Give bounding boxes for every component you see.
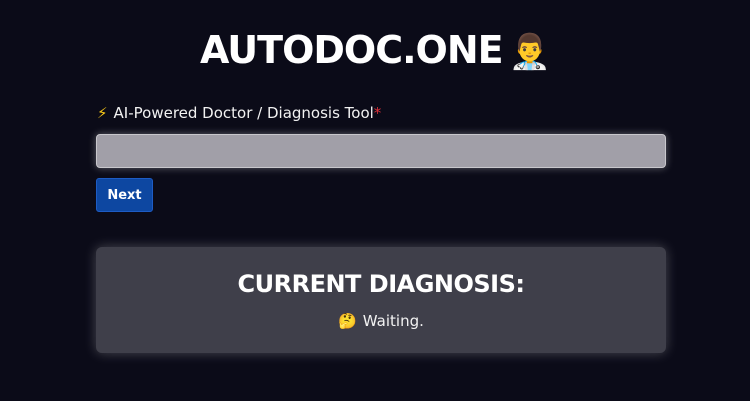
diagnosis-card: CURRENT DIAGNOSIS: 🤔 Waiting.	[96, 247, 666, 353]
lightning-icon: ⚡	[97, 104, 108, 122]
diagnosis-status: 🤔 Waiting.	[96, 311, 666, 331]
diagnosis-tool-label: ⚡ AI-Powered Doctor / Diagnosis Tool*	[97, 103, 381, 123]
next-button[interactable]: Next	[96, 178, 153, 212]
required-marker: *	[373, 104, 382, 122]
app-title: AUTODOC.ONE 👨‍⚕️	[0, 24, 750, 78]
page: AUTODOC.ONE 👨‍⚕️ ⚡ AI-Powered Doctor / Dia…	[0, 0, 750, 401]
app-title-text: AUTODOC.ONE	[200, 28, 504, 72]
diagnosis-input[interactable]	[96, 134, 666, 168]
diagnosis-status-text: Waiting.	[362, 312, 424, 330]
diagnosis-tool-label-text: AI-Powered Doctor / Diagnosis Tool	[113, 104, 374, 122]
doctor-icon: 👨‍⚕️	[508, 32, 551, 72]
thinking-face-icon: 🤔	[338, 312, 357, 330]
diagnosis-title: CURRENT DIAGNOSIS:	[237, 270, 525, 298]
